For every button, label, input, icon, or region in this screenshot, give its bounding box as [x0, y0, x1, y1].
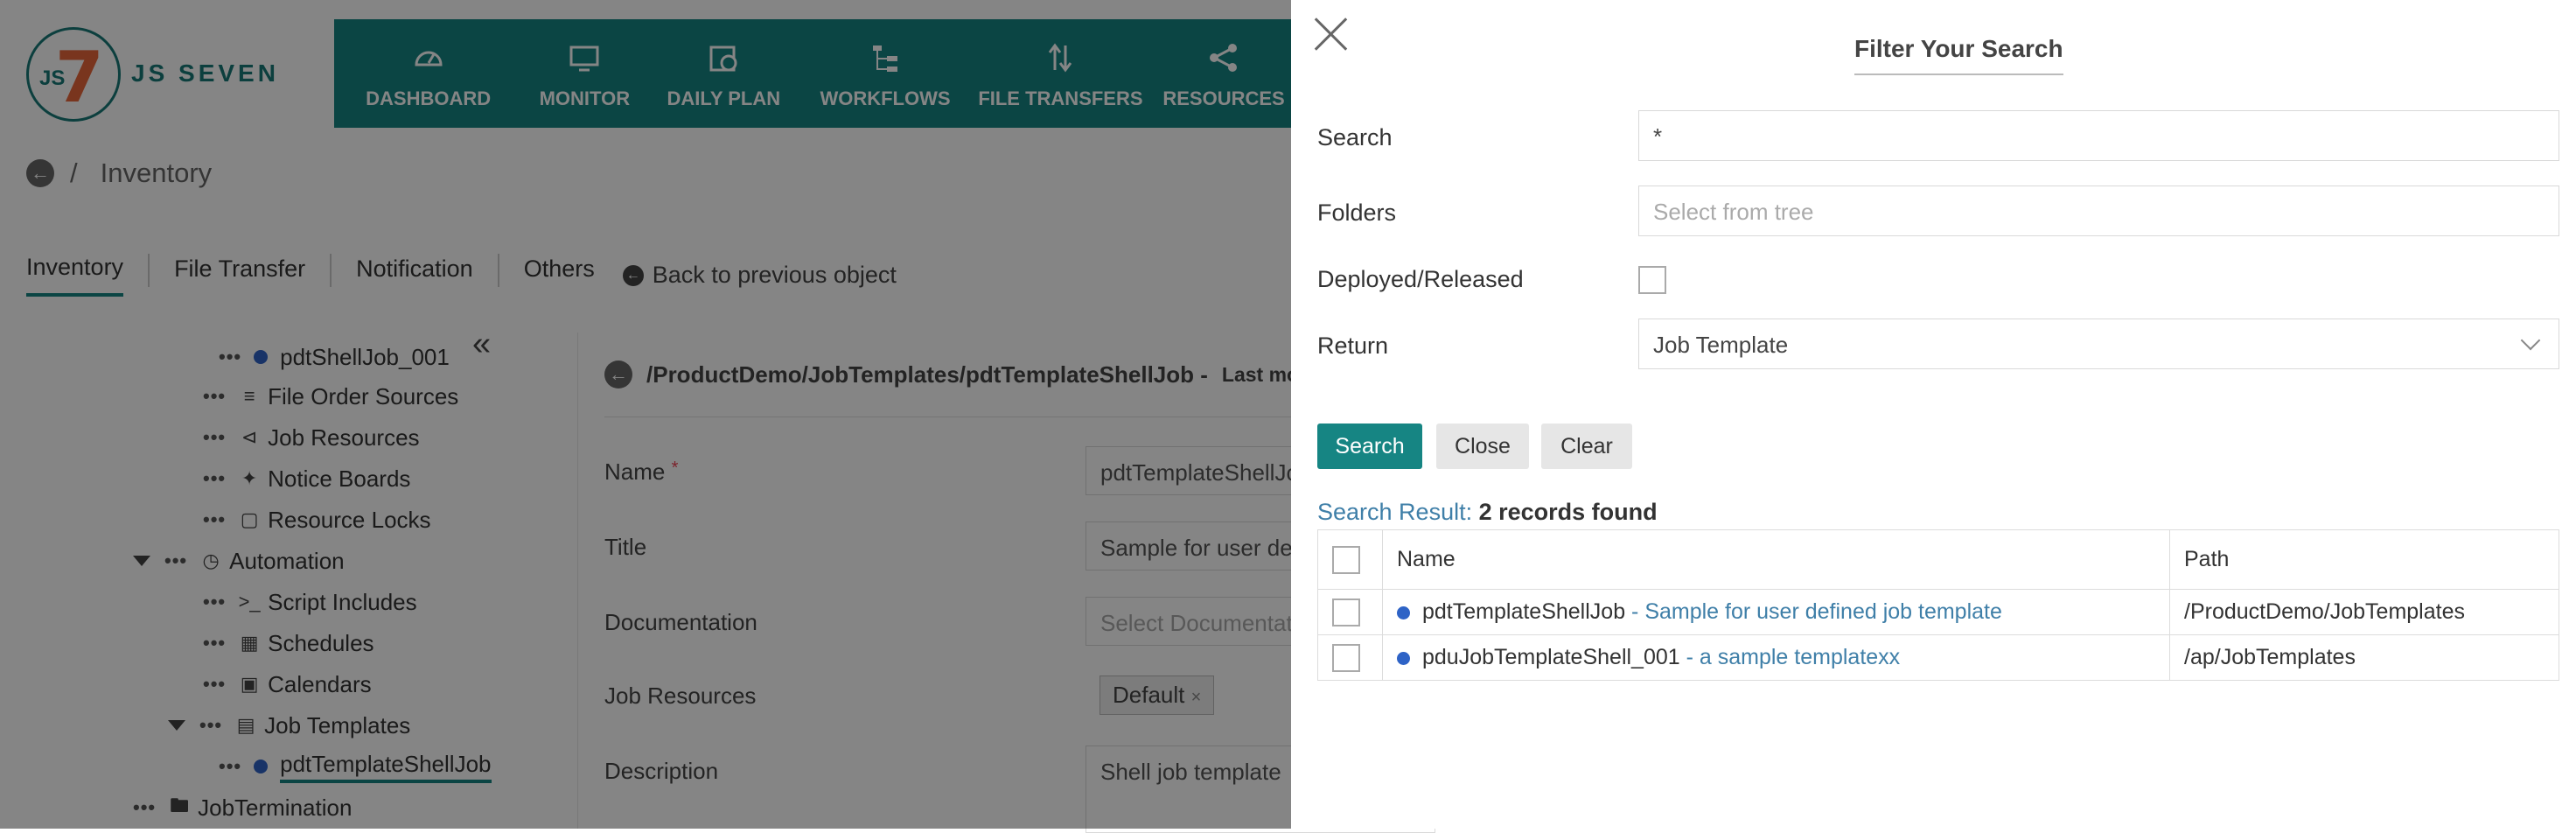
filter-search-panel: Filter Your Search Search * Folders Sele…: [1291, 0, 2576, 829]
return-select-value: Job Template: [1653, 332, 1789, 358]
name-cell[interactable]: pduJobTemplateShell_001 - a sample templ…: [1382, 634, 2170, 681]
select-all-checkbox[interactable]: [1332, 545, 1360, 574]
row-description: - a sample templatexx: [1686, 645, 1901, 669]
row-checkbox-cell: [1317, 589, 1383, 635]
select-all-cell: [1317, 529, 1383, 590]
return-select[interactable]: Job Template: [1638, 318, 2559, 369]
row-checkbox[interactable]: [1332, 643, 1360, 672]
result-label: Search Result: [1317, 499, 1466, 525]
job-dot-icon: [1397, 606, 1410, 620]
close-button[interactable]: Close: [1436, 424, 1529, 469]
close-icon[interactable]: [1312, 14, 1351, 52]
return-label: Return: [1317, 332, 1389, 359]
search-result-header: Search Result: 2 records found: [1317, 499, 1658, 525]
table-header-row: Name Path: [1317, 529, 2559, 590]
row-checkbox[interactable]: [1332, 598, 1360, 626]
folders-select[interactable]: Select from tree: [1638, 186, 2559, 236]
search-input[interactable]: *: [1638, 110, 2559, 161]
path-cell: /ap/JobTemplates: [2169, 634, 2559, 681]
table-row[interactable]: pdtTemplateShellJob - Sample for user de…: [1317, 589, 2559, 635]
name-column-header[interactable]: Name: [1382, 529, 2170, 590]
search-button[interactable]: Search: [1317, 424, 1422, 469]
path-column-header[interactable]: Path: [2169, 529, 2559, 590]
row-description: - Sample for user defined job template: [1631, 599, 2002, 624]
search-label: Search: [1317, 124, 1393, 150]
clear-button[interactable]: Clear: [1541, 424, 1632, 469]
chevron-down-icon: [2520, 330, 2541, 351]
result-count: 2 records found: [1478, 499, 1658, 525]
deployed-checkbox[interactable]: [1638, 266, 1666, 294]
path-cell: /ProductDemo/JobTemplates: [2169, 589, 2559, 635]
modal-backdrop[interactable]: [0, 0, 1291, 829]
row-name: pduJobTemplateShell_001: [1422, 645, 1680, 669]
folders-label: Folders: [1317, 200, 1397, 226]
row-checkbox-cell: [1317, 634, 1383, 681]
panel-title: Filter Your Search: [1854, 35, 2063, 75]
results-table: Name Path pdtTemplateShellJob - Sample f…: [1317, 529, 2559, 681]
table-row[interactable]: pduJobTemplateShell_001 - a sample templ…: [1317, 634, 2559, 681]
name-cell[interactable]: pdtTemplateShellJob - Sample for user de…: [1382, 589, 2170, 635]
job-dot-icon: [1397, 651, 1410, 665]
deployed-label: Deployed/Released: [1317, 266, 1524, 292]
row-name: pdtTemplateShellJob: [1422, 599, 1626, 624]
